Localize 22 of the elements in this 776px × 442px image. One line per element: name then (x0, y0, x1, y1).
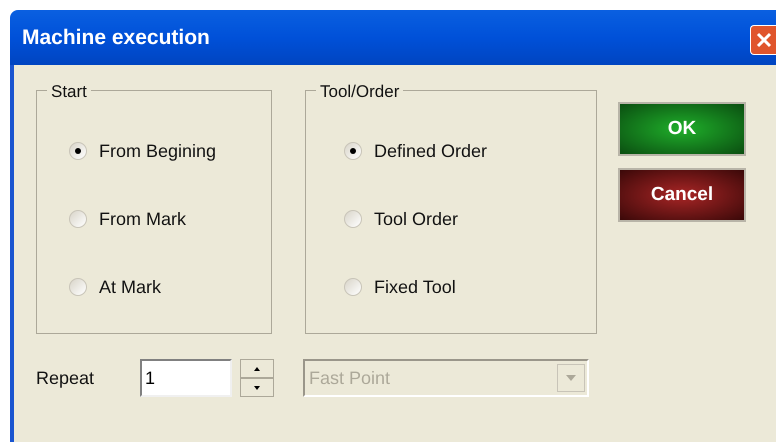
radio-label: Fixed Tool (374, 276, 456, 298)
radio-label: From Mark (99, 208, 186, 230)
repeat-label: Repeat (36, 366, 96, 390)
radio-button[interactable] (344, 142, 362, 160)
radio-button[interactable] (69, 210, 87, 228)
up-arrow-icon (254, 366, 260, 370)
window-title: Machine execution (22, 24, 210, 51)
radio-label: At Mark (99, 276, 162, 298)
radio-label: Defined Order (374, 140, 488, 162)
spin-up-button[interactable] (240, 359, 274, 378)
cancel-button[interactable]: Cancel (618, 168, 746, 222)
radio-label: Tool Order (374, 208, 458, 230)
close-icon (754, 30, 772, 48)
repeat-field[interactable]: 1 (140, 359, 232, 397)
radio-label: From Begining (99, 140, 216, 163)
radio-button[interactable] (344, 278, 362, 296)
radio-button[interactable] (69, 278, 87, 296)
radio-button[interactable] (69, 142, 87, 160)
spin-down-button[interactable] (240, 378, 274, 397)
down-arrow-icon (254, 386, 260, 390)
radio-button[interactable] (344, 210, 362, 228)
close-button[interactable] (750, 24, 776, 54)
